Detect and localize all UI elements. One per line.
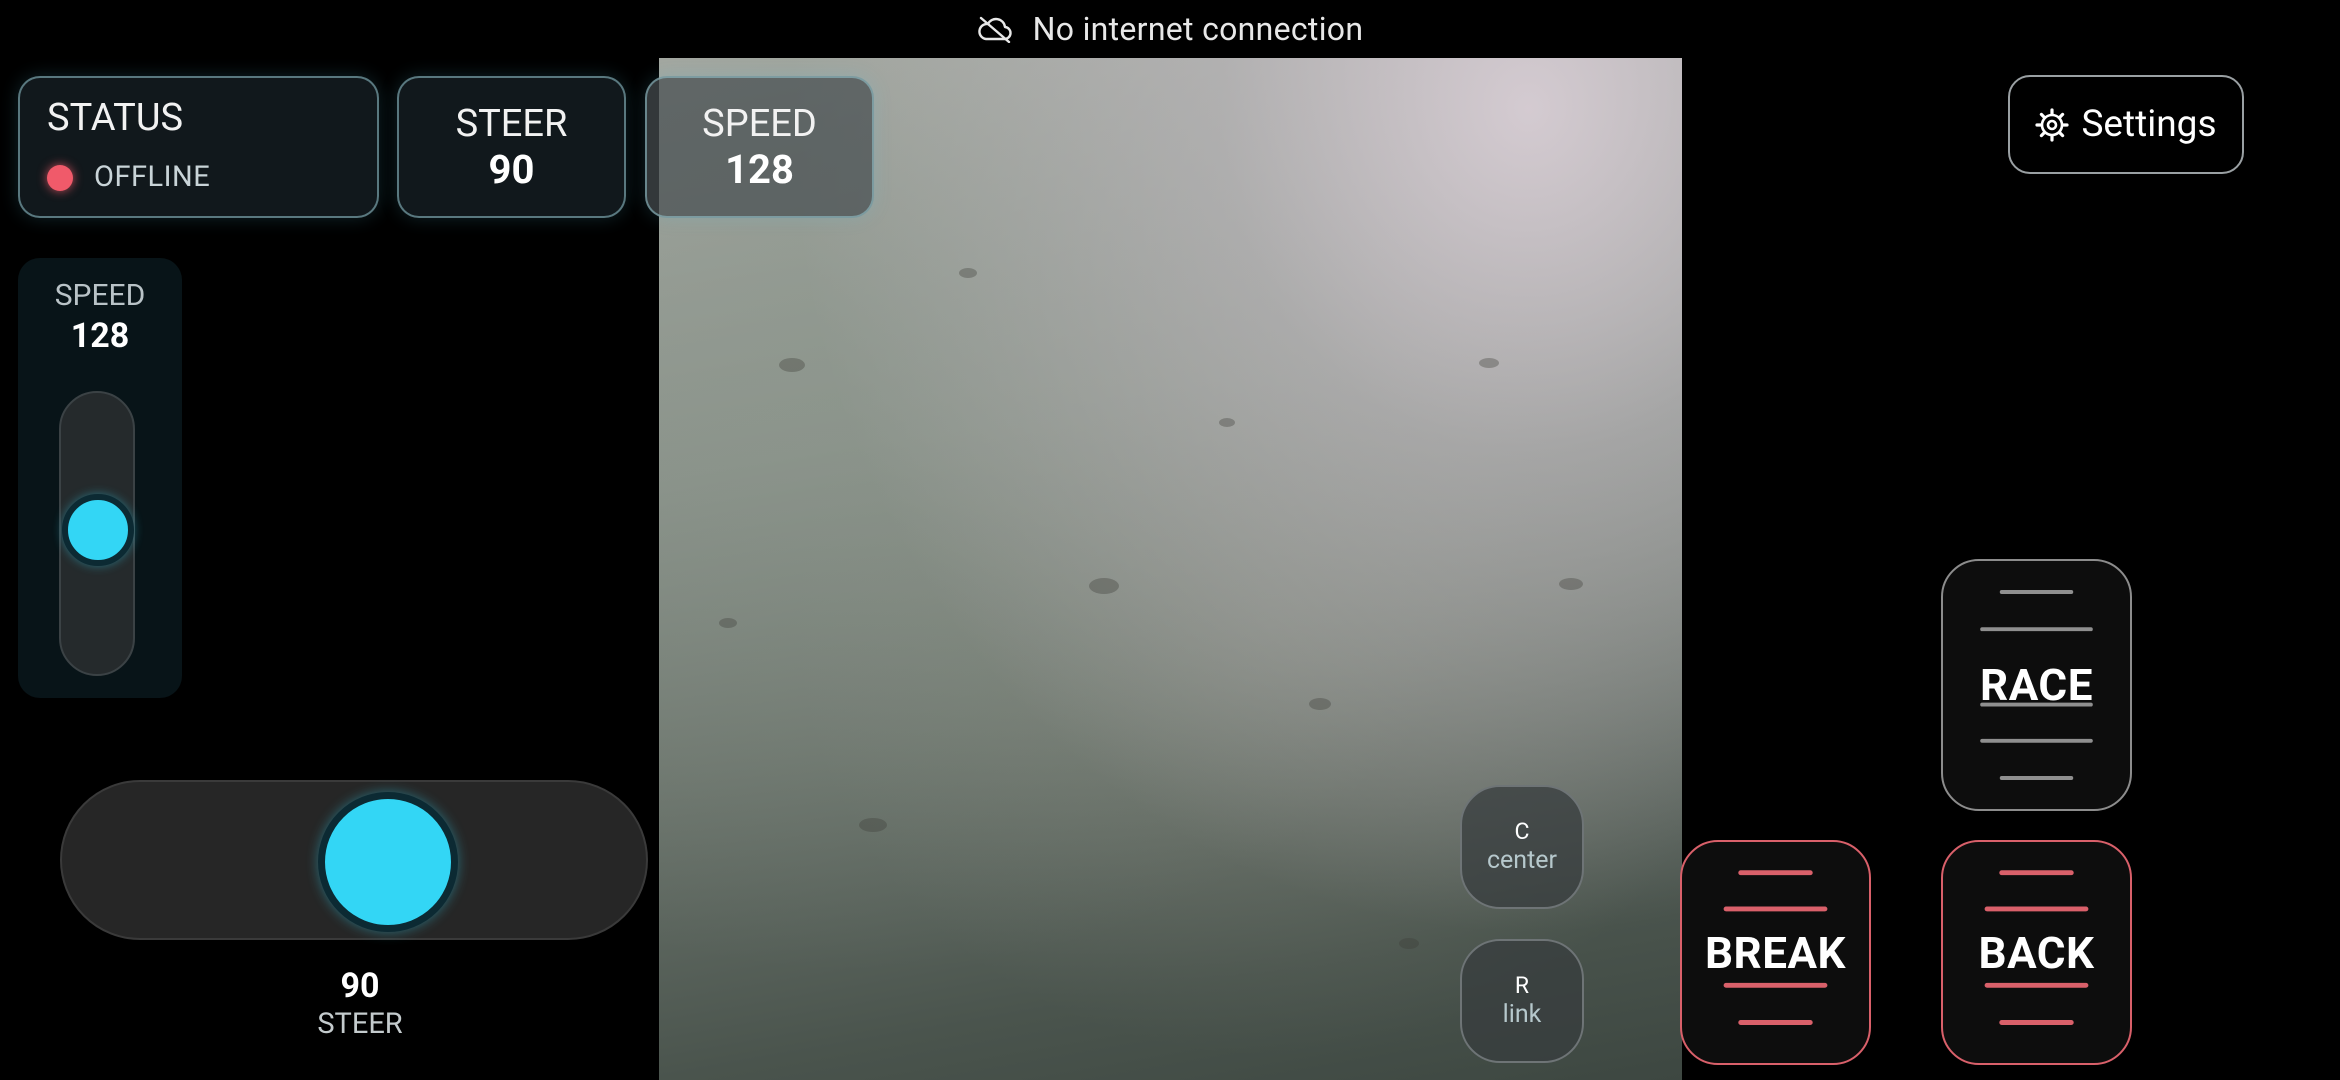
settings-button[interactable]: Settings (2008, 75, 2244, 174)
race-label: RACE (1980, 659, 2093, 711)
offline-indicator-dot (47, 165, 73, 191)
center-key: C (1514, 818, 1530, 845)
gear-icon (2035, 107, 2070, 142)
break-label: BREAK (1704, 926, 1847, 979)
settings-label: Settings (2081, 103, 2217, 146)
speed-card-label: SPEED (702, 102, 817, 146)
speed-slider-value: 128 (70, 316, 130, 356)
steer-slider-thumb[interactable] (318, 792, 458, 932)
center-caption: center (1486, 846, 1558, 875)
banner-text: No internet connection (1032, 10, 1364, 48)
steer-card-value: 90 (488, 146, 535, 193)
status-card: STATUS OFFLINE (18, 76, 379, 218)
speed-slider-thumb[interactable] (62, 494, 134, 566)
speed-card: SPEED 128 (645, 76, 874, 218)
link-button[interactable]: R link (1460, 939, 1584, 1063)
steer-card: STEER 90 (397, 76, 626, 218)
cloud-off-icon (977, 16, 1012, 43)
status-title: STATUS (47, 96, 184, 140)
center-button[interactable]: C center (1460, 785, 1584, 909)
speed-slider-label: SPEED (54, 278, 146, 313)
break-button[interactable]: BREAK (1680, 840, 1871, 1065)
status-state: OFFLINE (94, 160, 211, 194)
speed-card-value: 128 (725, 146, 794, 193)
no-internet-banner: No internet connection (0, 0, 2340, 58)
steer-slider-label: STEER (317, 1007, 403, 1041)
back-label: BACK (1978, 926, 2095, 979)
back-button[interactable]: BACK (1941, 840, 2132, 1065)
steer-slider-value: 90 (340, 966, 380, 1006)
speed-slider-panel: SPEED 128 (18, 258, 182, 698)
link-caption: link (1502, 1000, 1542, 1029)
steer-card-label: STEER (455, 102, 568, 146)
link-key: R (1514, 972, 1530, 999)
race-button[interactable]: RACE (1941, 559, 2132, 811)
